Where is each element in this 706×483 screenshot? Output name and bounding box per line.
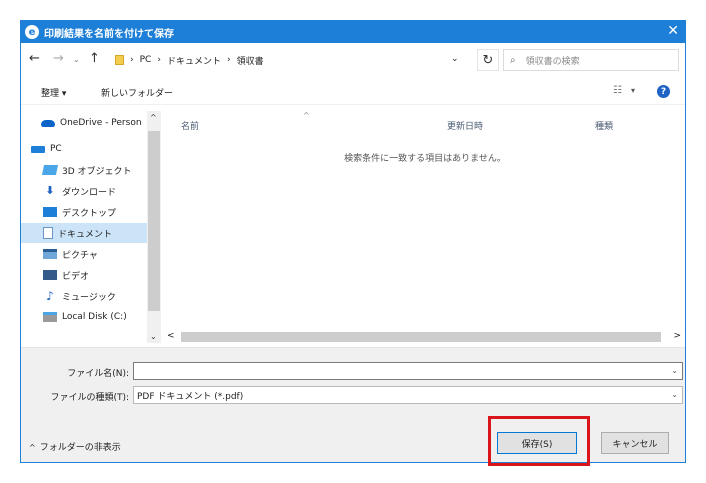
nav-scrollbar[interactable]: ^ ⌄ [147,111,161,343]
horizontal-scrollbar[interactable]: < > [163,331,685,343]
column-header-name[interactable]: 名前 [181,119,199,132]
help-icon[interactable]: ? [657,85,670,98]
address-dropdown-icon[interactable]: ⌄ [451,54,459,64]
nav-item-pc[interactable]: PC [21,139,147,159]
organize-menu[interactable]: 整理 ▾ [41,86,66,99]
nav-item-label: OneDrive - Person [60,118,142,128]
3d-objects-icon [41,165,59,175]
videos-icon [43,270,57,280]
refresh-icon[interactable]: ↻ [477,49,499,71]
documents-icon [43,227,53,239]
title-bar[interactable]: e 印刷結果を名前を付けて保存 ✕ [21,21,685,43]
folder-icon [115,55,124,65]
chevron-up-icon: ^ [29,443,36,452]
nav-item-label: 3D オブジェクト [62,166,132,177]
nav-item-label: ビデオ [62,271,90,282]
nav-item-downloads[interactable]: ⬇ ダウンロード [21,181,147,201]
breadcrumb-pc[interactable]: PC [140,55,152,65]
nav-item-3d-objects[interactable]: 3D オブジェクト [21,160,147,180]
filetype-select[interactable]: PDF ドキュメント (*.pdf) ⌄ [133,386,683,404]
file-list: ^ 名前 更新日時 種類 検索条件に一致する項目はありません。 [163,111,685,343]
filetype-label: ファイルの種類(T): [50,393,129,403]
hide-folders-label: フォルダーの非表示 [39,443,121,453]
filename-label: ファイル名(N): [67,369,129,379]
new-folder-button[interactable]: 新しいフォルダー [101,86,173,99]
breadcrumb-separator: › [130,55,134,65]
close-icon[interactable]: ✕ [667,23,679,39]
edge-icon: e [25,25,39,39]
navigation-pane: OneDrive - Person PC 3D オブジェクト ⬇ ダウンロード … [21,111,161,343]
scroll-down-icon[interactable]: ⌄ [150,332,157,341]
back-icon[interactable]: ← [29,51,40,66]
nav-item-documents[interactable]: ドキュメント [21,223,147,243]
view-options-icon[interactable]: ☷ [613,85,622,96]
save-form: ファイル名(N): ⌄ ファイルの種類(T): PDF ドキュメント (*.pd… [21,347,685,462]
download-icon: ⬇ [45,184,55,197]
address-bar[interactable]: › PC › ドキュメント › 領収書 [111,49,473,71]
save-dialog: e 印刷結果を名前を付けて保存 ✕ ← → ⌄ ↑ › PC › ドキュメント … [20,20,686,463]
nav-item-label: ダウンロード [62,187,117,198]
up-icon[interactable]: ↑ [89,51,100,66]
disk-icon [43,312,57,322]
window-title: 印刷結果を名前を付けて保存 [44,28,174,40]
chevron-down-icon[interactable]: ⌄ [671,390,678,399]
column-header-modified[interactable]: 更新日時 [447,119,483,132]
chevron-down-icon[interactable]: ⌄ [671,366,678,375]
nav-item-pictures[interactable]: ピクチャ [21,244,147,264]
nav-item-label: PC [50,144,62,154]
scroll-thumb[interactable] [148,131,160,311]
save-button[interactable]: 保存(S) [497,432,577,454]
nav-item-label: デスクトップ [62,208,117,219]
view-dropdown-icon[interactable]: ▾ [631,86,635,95]
filename-field[interactable]: ⌄ [133,362,683,380]
breadcrumb-separator: › [157,55,161,65]
recent-locations-icon[interactable]: ⌄ [73,55,80,64]
cloud-icon [41,119,55,127]
nav-item-label: ドキュメント [58,229,113,240]
nav-item-label: Local Disk (C:) [62,312,127,322]
breadcrumb-separator: › [226,55,231,65]
nav-item-label: ピクチャ [62,250,98,261]
nav-item-onedrive[interactable]: OneDrive - Person [21,113,147,133]
hide-folders-toggle[interactable]: ^ フォルダーの非表示 [29,440,121,453]
pictures-icon [43,249,57,259]
nav-item-desktop[interactable]: デスクトップ [21,202,147,222]
nav-item-label: ミュージック [62,292,116,303]
forward-icon[interactable]: → [53,51,64,66]
scroll-right-icon[interactable]: > [673,331,681,341]
address-row: ← → ⌄ ↑ › PC › ドキュメント › 領収書 ⌄ ↻ ⌕ 領収書の検索 [21,47,685,73]
empty-message: 検索条件に一致する項目はありません。 [344,154,506,164]
breadcrumb-receipts[interactable]: 領収書 [237,54,264,67]
pc-icon [31,145,45,153]
filetype-value: PDF ドキュメント (*.pdf) [137,391,244,402]
nav-item-videos[interactable]: ビデオ [21,265,147,285]
scroll-up-icon[interactable]: ^ [150,113,157,122]
search-icon: ⌕ [510,54,516,66]
search-placeholder: 領収書の検索 [525,56,580,67]
search-input[interactable]: ⌕ 領収書の検索 [503,49,679,71]
sort-caret-icon: ^ [303,111,310,120]
hscroll-thumb[interactable] [181,332,661,342]
nav-item-music[interactable]: ♪ ミュージック [21,286,147,306]
desktop-icon [43,207,57,217]
music-icon: ♪ [46,289,54,303]
column-header-type[interactable]: 種類 [595,119,613,132]
nav-item-local-disk[interactable]: Local Disk (C:) [21,307,147,327]
scroll-left-icon[interactable]: < [167,331,175,341]
cancel-button[interactable]: キャンセル [601,432,669,454]
toolbar: 整理 ▾ 新しいフォルダー ☷ ▾ ? [21,79,685,105]
breadcrumb-documents[interactable]: ドキュメント [167,54,221,67]
